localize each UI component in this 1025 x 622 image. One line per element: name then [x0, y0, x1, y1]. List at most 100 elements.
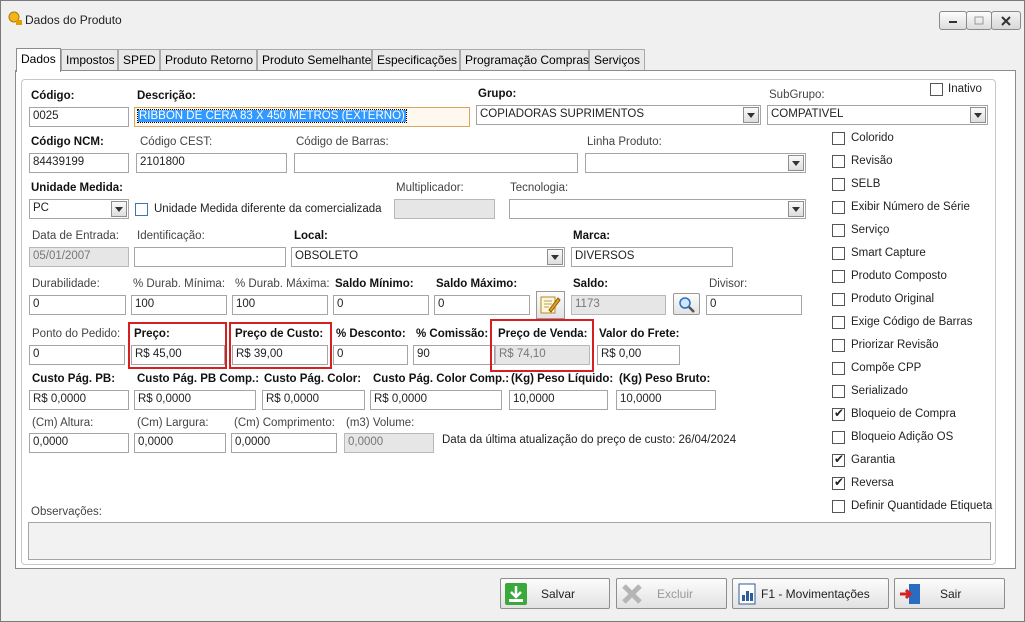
saldo-field[interactable]: 1173 [571, 295, 666, 315]
saldo-search-button[interactable] [673, 293, 700, 315]
minimize-icon [949, 20, 957, 23]
chevron-down-icon [788, 155, 804, 171]
flag-label: Bloqueio Adição OS [851, 431, 954, 443]
multiplicador-field[interactable] [394, 199, 495, 219]
inativo-checkbox[interactable] [930, 83, 943, 96]
flag-label: Produto Original [851, 293, 935, 305]
flag-label: Produto Composto [851, 270, 947, 282]
flag-checkbox[interactable] [832, 270, 845, 283]
excluir-button[interactable]: Excluir [616, 578, 727, 609]
linha-select[interactable] [585, 153, 806, 173]
tab-sped[interactable]: SPED [118, 49, 160, 71]
flag-checkbox[interactable] [832, 316, 845, 329]
checkmark-icon: ✔ [834, 475, 845, 489]
movimentacoes-button[interactable]: F1 - Movimentações [732, 578, 889, 609]
durab-max-field[interactable]: 100 [232, 295, 328, 315]
tab-especificacoes[interactable]: Especificações [372, 49, 460, 71]
entrada-field[interactable]: 05/01/2007 [29, 247, 129, 267]
checkmark-icon: ✔ [834, 452, 845, 466]
pencil-note-icon [540, 296, 561, 314]
flag-checkbox[interactable] [832, 178, 845, 191]
excluir-label: Excluir [657, 587, 694, 601]
flag-label: Definir Quantidade Etiqueta [851, 500, 993, 512]
flag-checkbox[interactable] [832, 201, 845, 214]
frete-label: Valor do Frete: [599, 328, 680, 340]
saldo-min-field[interactable]: 0 [333, 295, 429, 315]
cest-field[interactable]: 2101800 [136, 153, 287, 173]
altura-field[interactable]: 0,0000 [29, 433, 129, 453]
flag-checkbox[interactable] [832, 500, 845, 513]
observacoes-field[interactable] [28, 522, 991, 560]
flag-checkbox[interactable]: ✔ [832, 406, 845, 421]
saldo-max-label: Saldo Máximo: [436, 278, 518, 290]
flag-checkbox[interactable] [832, 132, 845, 145]
tab-dados[interactable]: Dados [16, 48, 61, 72]
flag-label: Garantia [851, 454, 896, 466]
subgrupo-select[interactable]: COMPATIVEL [767, 105, 988, 125]
pb-comp-field[interactable]: R$ 0,0000 [134, 390, 256, 410]
flag-checkbox[interactable]: ✔ [832, 452, 845, 467]
ponto-field[interactable]: 0 [29, 345, 125, 365]
linha-label: Linha Produto: [587, 136, 662, 148]
peso-bruto-label: (Kg) Peso Bruto: [619, 373, 711, 385]
color-comp-field[interactable]: R$ 0,0000 [370, 390, 502, 410]
custo-highlight [229, 322, 332, 369]
desconto-field[interactable]: 0 [333, 345, 408, 365]
unidade-diff-checkbox[interactable] [135, 203, 148, 216]
local-label: Local: [294, 230, 328, 242]
peso-bruto-field[interactable]: 10,0000 [616, 390, 716, 410]
title-bar: Dados do Produto [1, 1, 1024, 31]
saldo-max-field[interactable]: 0 [434, 295, 530, 315]
barras-field[interactable] [294, 153, 578, 173]
edit-saldo-button[interactable] [536, 291, 565, 319]
tab-produto-semelhante[interactable]: Produto Semelhante [257, 49, 372, 71]
frete-field[interactable]: R$ 0,00 [597, 345, 680, 365]
flag-checkbox[interactable] [832, 155, 845, 168]
flag-checkbox[interactable] [832, 293, 845, 306]
tab-impostos[interactable]: Impostos [61, 49, 118, 71]
flag-checkbox[interactable] [832, 247, 845, 260]
flag-label: Reversa [851, 477, 894, 489]
ncm-field[interactable]: 84439199 [29, 153, 129, 173]
flag-checkbox[interactable] [832, 339, 845, 352]
flag-label: Bloqueio de Compra [851, 408, 956, 420]
local-select[interactable]: OBSOLETO [291, 247, 565, 267]
tecnologia-select[interactable] [509, 199, 806, 219]
unidade-select[interactable]: PC [29, 199, 129, 219]
maximize-button[interactable] [966, 11, 992, 30]
descricao-field[interactable]: RIBBON DE CERA 83 X 450 METROS (EXTERNO) [134, 107, 470, 127]
color-field[interactable]: R$ 0,0000 [262, 390, 365, 410]
volume-field[interactable]: 0,0000 [344, 433, 434, 453]
codigo-field[interactable]: 0025 [29, 107, 129, 127]
largura-label: (Cm) Largura: [137, 417, 209, 429]
divisor-field[interactable]: 0 [706, 295, 802, 315]
salvar-button[interactable]: Salvar [500, 578, 610, 609]
marca-field[interactable]: DIVERSOS [571, 247, 733, 267]
flag-checkbox[interactable] [832, 224, 845, 237]
flag-label: Smart Capture [851, 247, 926, 259]
identificacao-label: Identificação: [137, 230, 205, 242]
flag-checkbox[interactable]: ✔ [832, 475, 845, 490]
flag-checkbox[interactable] [832, 385, 845, 398]
flag-label: Revisão [851, 155, 893, 167]
pb-field[interactable]: R$ 0,0000 [29, 390, 129, 410]
tab-programacao-compras[interactable]: Programação Compras [460, 49, 589, 71]
pb-label: Custo Pág. PB: [32, 373, 116, 385]
durab-field[interactable]: 0 [29, 295, 126, 315]
identificacao-field[interactable] [134, 247, 286, 267]
pb-comp-label: Custo Pág. PB Comp.: [137, 373, 260, 385]
largura-field[interactable]: 0,0000 [134, 433, 226, 453]
grupo-label: Grupo: [478, 88, 517, 100]
flag-checkbox[interactable] [832, 362, 845, 375]
peso-liq-field[interactable]: 10,0000 [509, 390, 608, 410]
tab-produto-retorno[interactable]: Produto Retorno [160, 49, 257, 71]
close-button[interactable] [991, 11, 1021, 30]
minimize-button[interactable] [939, 11, 967, 30]
flag-checkbox[interactable] [832, 431, 845, 444]
comprimento-field[interactable]: 0,0000 [231, 433, 337, 453]
tab-servicos[interactable]: Serviços [589, 49, 645, 71]
sair-button[interactable]: Sair [894, 578, 1005, 609]
comissao-field[interactable]: 90 [413, 345, 495, 365]
grupo-select[interactable]: COPIADORAS SUPRIMENTOS [476, 105, 761, 125]
durab-min-field[interactable]: 100 [131, 295, 227, 315]
